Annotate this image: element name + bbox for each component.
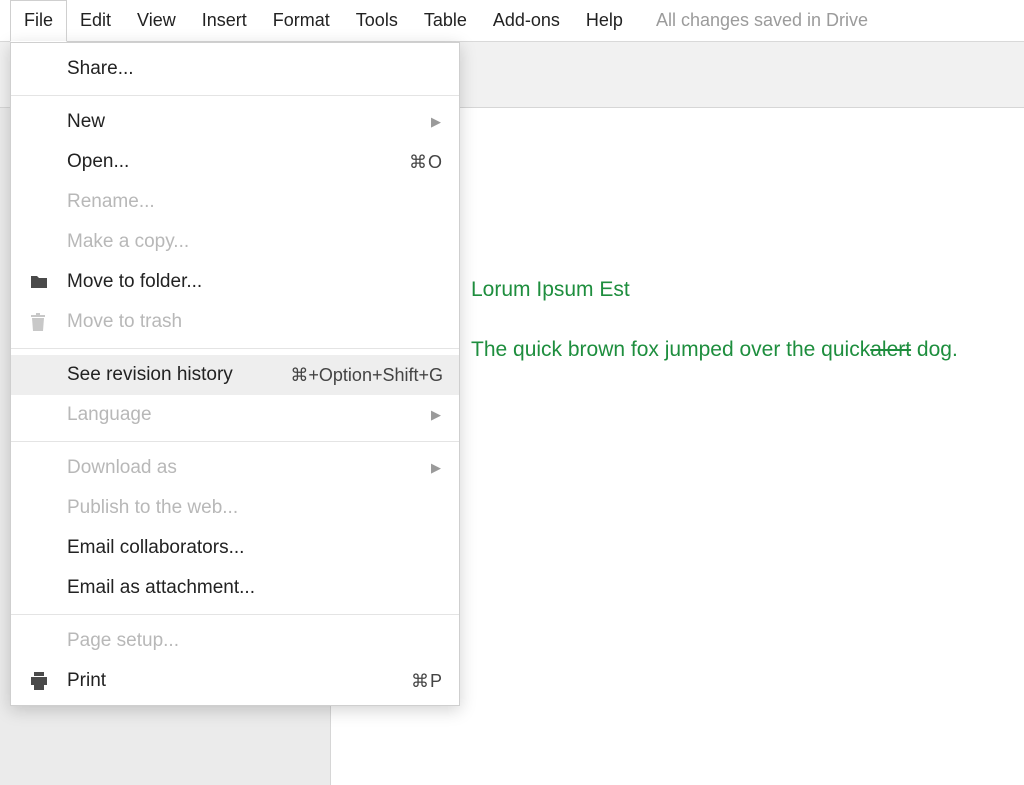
menu-separator: [11, 441, 459, 442]
file-move-to-folder[interactable]: Move to folder...: [11, 262, 459, 302]
file-page-setup-label: Page setup...: [29, 630, 443, 652]
file-language: Language ▶: [11, 395, 459, 435]
menu-separator: [11, 614, 459, 615]
printer-icon: [29, 672, 57, 690]
menu-insert[interactable]: Insert: [189, 0, 260, 42]
menu-separator: [11, 348, 459, 349]
submenu-arrow-icon: ▶: [431, 460, 443, 476]
file-make-copy-label: Make a copy...: [29, 231, 443, 253]
file-publish-to-web: Publish to the web...: [11, 488, 459, 528]
file-open-label: Open...: [29, 151, 409, 173]
save-status: All changes saved in Drive: [656, 10, 868, 31]
file-revision-history-label: See revision history: [29, 364, 290, 386]
menu-table[interactable]: Table: [411, 0, 480, 42]
file-print[interactable]: Print ⌘P: [11, 661, 459, 701]
file-move-to-folder-label: Move to folder...: [57, 271, 443, 293]
file-page-setup: Page setup...: [11, 621, 459, 661]
file-revision-history-shortcut: ⌘+Option+Shift+G: [290, 365, 443, 386]
document-title-line[interactable]: Lorum Ipsum Est: [471, 278, 1024, 302]
file-share[interactable]: Share...: [11, 49, 459, 89]
menu-addons[interactable]: Add-ons: [480, 0, 573, 42]
folder-icon: [29, 274, 57, 290]
menu-help[interactable]: Help: [573, 0, 636, 42]
file-new-label: New: [29, 111, 431, 133]
file-download-as-label: Download as: [29, 457, 431, 479]
menu-view[interactable]: View: [124, 0, 189, 42]
submenu-arrow-icon: ▶: [431, 407, 443, 423]
file-dropdown: Share... New ▶ Open... ⌘O Rename... Make…: [10, 42, 460, 706]
file-share-label: Share...: [29, 58, 443, 80]
menubar: File Edit View Insert Format Tools Table…: [0, 0, 1024, 42]
file-email-as-attachment-label: Email as attachment...: [29, 577, 443, 599]
file-email-collaborators-label: Email collaborators...: [29, 537, 443, 559]
file-move-to-trash: Move to trash: [11, 302, 459, 342]
menu-separator: [11, 95, 459, 96]
menu-edit[interactable]: Edit: [67, 0, 124, 42]
file-new[interactable]: New ▶: [11, 102, 459, 142]
body-text-strike: alert: [870, 338, 911, 361]
file-open[interactable]: Open... ⌘O: [11, 142, 459, 182]
menu-tools[interactable]: Tools: [343, 0, 411, 42]
file-email-as-attachment[interactable]: Email as attachment...: [11, 568, 459, 608]
file-rename: Rename...: [11, 182, 459, 222]
menu-format[interactable]: Format: [260, 0, 343, 42]
file-revision-history[interactable]: See revision history ⌘+Option+Shift+G: [11, 355, 459, 395]
file-make-copy: Make a copy...: [11, 222, 459, 262]
file-publish-to-web-label: Publish to the web...: [29, 497, 443, 519]
file-download-as: Download as ▶: [11, 448, 459, 488]
file-email-collaborators[interactable]: Email collaborators...: [11, 528, 459, 568]
body-text-prefix: The quick brown fox jumped over the quic…: [471, 338, 870, 361]
file-open-shortcut: ⌘O: [409, 152, 443, 173]
menu-file[interactable]: File: [10, 0, 67, 42]
file-language-label: Language: [29, 404, 431, 426]
submenu-arrow-icon: ▶: [431, 114, 443, 130]
file-rename-label: Rename...: [29, 191, 443, 213]
body-text-suffix: dog.: [911, 338, 958, 361]
file-print-shortcut: ⌘P: [411, 671, 443, 692]
document-body-line[interactable]: The quick brown fox jumped over the quic…: [471, 338, 1024, 362]
file-move-to-trash-label: Move to trash: [57, 311, 443, 333]
trash-icon: [29, 312, 57, 332]
file-print-label: Print: [57, 670, 411, 692]
